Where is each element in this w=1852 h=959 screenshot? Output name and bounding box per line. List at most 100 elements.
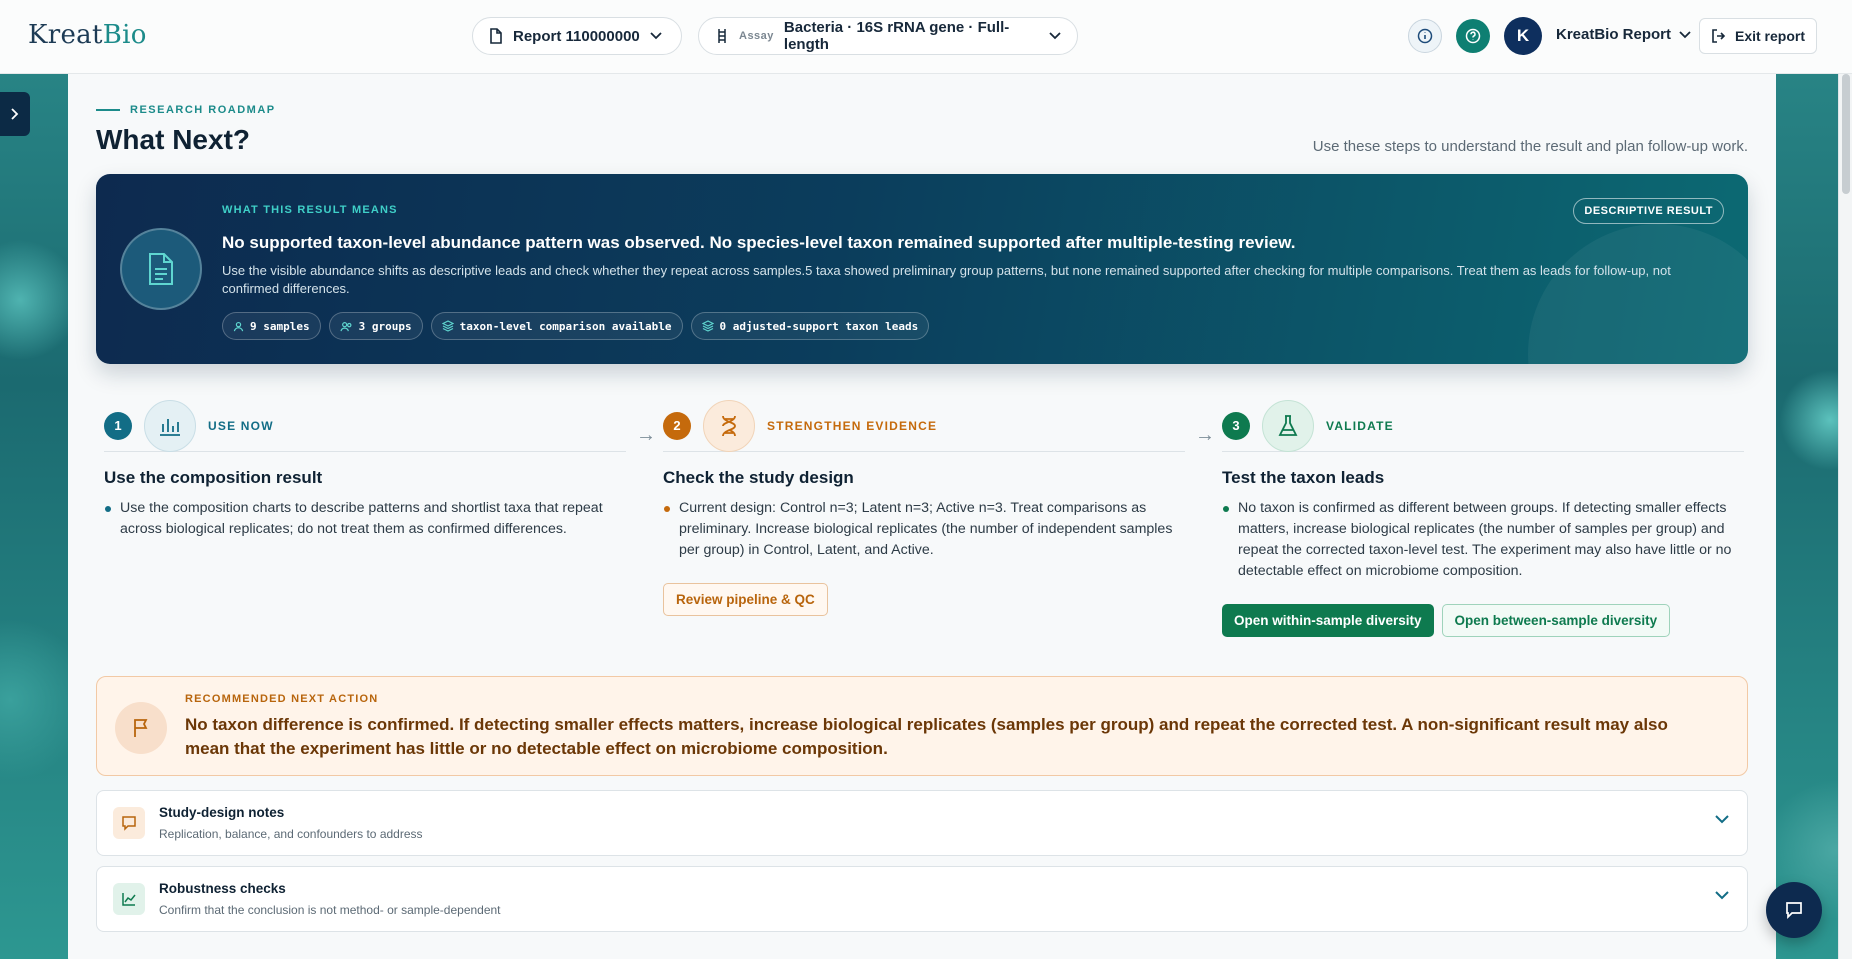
step-title: Test the taxon leads [1222,468,1385,487]
chevron-down-icon [1715,815,1729,824]
helix-icon [718,29,726,43]
user-menu[interactable]: KreatBio Report [1556,26,1691,43]
top-bar: KreatBio Report 110000000 Assay Bacteria… [0,0,1852,74]
hero-headline: No supported taxon-level abundance patte… [222,233,1296,252]
open-between-sample-diversity-button[interactable]: Open between-sample diversity [1441,604,1671,637]
step-header: 3 VALIDATE [1222,399,1744,452]
assay-prefix: Assay [739,30,774,42]
review-pipeline-button[interactable]: Review pipeline & QC [663,583,828,616]
chip-label: 9 samples [250,319,310,333]
chevron-down-icon [650,32,662,40]
accordion-study-design-notes[interactable]: Study-design notes Replication, balance,… [96,790,1748,856]
research-roadmap-card: RESEARCH ROADMAP What Next? Use these st… [68,74,1776,959]
eyebrow-text: RESEARCH ROADMAP [130,104,276,116]
chat-bubble-icon [113,807,145,839]
chevron-down-icon [1049,32,1061,40]
accordion-title: Study-design notes [159,805,285,820]
chat-icon [1786,902,1802,920]
chevron-right-icon [11,108,19,120]
summary-chips: 9 samples 3 groups taxon-level compariso… [222,312,930,340]
chip-taxon-leads: 0 adjusted-support taxon leads [690,312,930,340]
step-header: 1 USE NOW [104,399,626,452]
question-icon [1465,28,1481,44]
scrollbar-thumb[interactable] [1842,74,1850,194]
step-strengthen-evidence: 2 STRENGTHEN EVIDENCE Check the study de… [663,399,1185,616]
descriptive-result-badge: DESCRIPTIVE RESULT [1573,198,1724,224]
chevron-down-icon [1679,30,1691,38]
exit-label: Exit report [1734,28,1805,44]
chip-groups: 3 groups [328,312,423,340]
kreatbio-logo[interactable]: KreatBio [28,20,147,50]
users-icon [340,321,352,331]
section-eyebrow: RESEARCH ROADMAP [96,104,276,116]
info-button[interactable] [1408,19,1442,53]
step-label: USE NOW [208,418,274,433]
step-use-now: 1 USE NOW Use the composition result Use… [104,399,626,540]
assay-value: Bacteria · 16S rRNA gene · Full-length [783,19,1010,53]
accordion-robustness-checks[interactable]: Robustness checks Confirm that the concl… [96,866,1748,932]
chevron-down-icon [1715,891,1729,900]
avatar-initial: K [1516,26,1530,45]
step-validate: 3 VALIDATE Test the taxon leads No taxon… [1222,399,1744,637]
step-actions: Open within-sample diversity Open betwee… [1222,582,1744,637]
step-title: Check the study design [663,468,854,487]
step-bullet-text: No taxon is confirmed as different betwe… [1238,500,1732,579]
layers-icon [701,320,714,332]
recommend-text: No taxon difference is confirmed. If det… [185,715,1668,758]
exit-report-button[interactable]: Exit report [1699,18,1817,54]
recommended-next-action: RECOMMENDED NEXT ACTION No taxon differe… [96,676,1748,776]
result-summary-banner: WHAT THIS RESULT MEANS No supported taxo… [96,174,1748,364]
step-bullet: Use the composition charts to describe p… [104,498,624,540]
report-selector[interactable]: Report 110000000 [472,17,682,55]
page-subtitle: Use these steps to understand the result… [1312,138,1748,155]
step-label: STRENGTHEN EVIDENCE [767,418,938,433]
step-label: VALIDATE [1326,418,1394,433]
report-label: Report 110000000 [513,27,640,45]
step-bullet: No taxon is confirmed as different betwe… [1222,498,1742,582]
chip-label: 3 groups [358,319,412,333]
chip-samples: 9 samples [222,312,321,340]
hero-body: Use the visible abundance shifts as desc… [222,263,1671,296]
user-name: KreatBio Report [1556,26,1672,43]
chip-taxon-comparison: taxon-level comparison available [430,312,683,340]
arrow-right-icon: → [1195,424,1215,446]
trend-line-icon [113,883,145,915]
step-number: 3 [1222,411,1250,440]
chip-label: 0 adjusted-support taxon leads [719,319,919,333]
accordion-subtitle: Replication, balance, and confounders to… [159,827,423,841]
flask-icon [1262,399,1314,452]
step-number: 2 [663,411,691,440]
page-title: What Next? [96,124,250,155]
hero-eyebrow: WHAT THIS RESULT MEANS [222,204,398,216]
roadmap-steps: 1 USE NOW Use the composition result Use… [104,399,1744,640]
avatar[interactable]: K [1504,17,1542,55]
step-header: 2 STRENGTHEN EVIDENCE [663,399,1185,452]
logo-text-kreat: Kreat [28,20,103,50]
exit-icon [1712,29,1726,43]
chip-label: taxon-level comparison available [459,319,672,333]
layers-icon [441,320,454,332]
dna-icon [703,399,755,452]
step-bullet: Current design: Control n=3; Latent n=3;… [663,498,1183,561]
chat-button[interactable] [1766,882,1822,938]
sidebar-toggle-button[interactable] [0,92,30,136]
arrow-right-icon: → [636,424,656,446]
document-icon [490,28,502,44]
help-button[interactable] [1456,19,1490,53]
report-document-icon [120,228,202,310]
accordion-title: Robustness checks [159,881,286,896]
person-icon [233,321,244,331]
recommend-eyebrow: RECOMMENDED NEXT ACTION [185,693,379,705]
info-icon [1417,28,1433,44]
step-number: 1 [104,411,132,440]
logo-text-bio: Bio [102,20,147,50]
open-within-sample-diversity-button[interactable]: Open within-sample diversity [1222,604,1434,637]
assay-selector[interactable]: Assay Bacteria · 16S rRNA gene · Full-le… [698,17,1078,55]
bar-chart-icon [144,399,196,452]
step-title: Use the composition result [104,468,323,487]
page-scrollbar[interactable] [1838,74,1852,959]
flag-icon [115,702,167,754]
step-bullet-text: Current design: Control n=3; Latent n=3;… [679,500,1173,558]
step-bullet-text: Use the composition charts to describe p… [120,500,603,537]
accordion-subtitle: Confirm that the conclusion is not metho… [159,903,501,917]
